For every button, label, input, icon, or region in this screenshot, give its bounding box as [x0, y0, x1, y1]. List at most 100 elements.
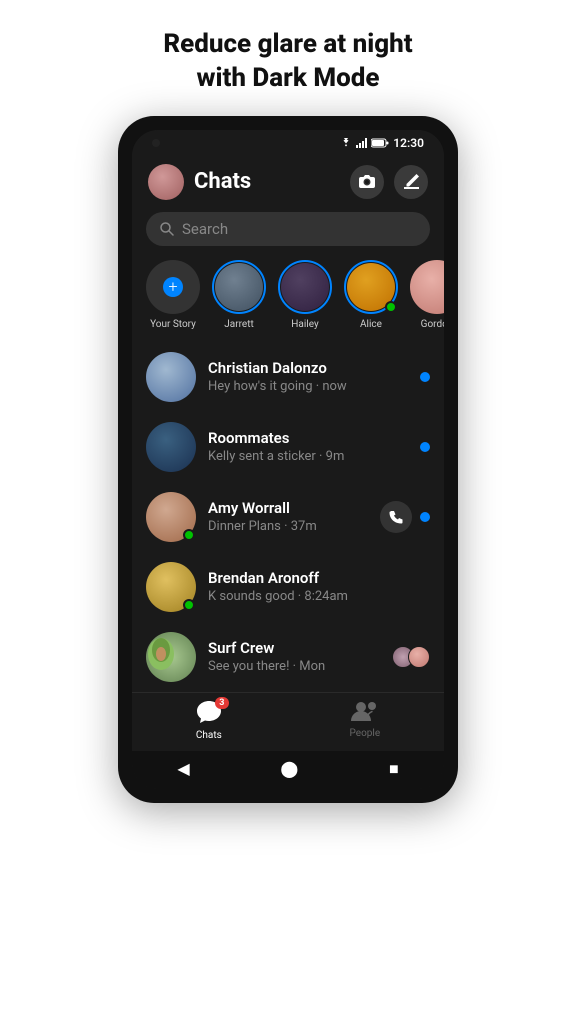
story-item-alice[interactable]: Alice — [344, 260, 398, 330]
amy-avatar-wrap — [146, 492, 196, 542]
roommates-avatar-wrap — [146, 422, 196, 472]
story-item-hailey[interactable]: Hailey — [278, 260, 332, 330]
gordon-avatar-wrap — [410, 260, 444, 314]
amy-preview: Dinner Plans · 37m — [208, 519, 368, 534]
search-icon — [160, 222, 174, 236]
nav-people[interactable]: People — [330, 699, 401, 743]
app-header: Chats — [132, 154, 444, 208]
roommates-name: Roommates — [208, 429, 408, 447]
status-bar: 12:30 — [132, 130, 444, 154]
roommates-preview: Kelly sent a sticker · 9m — [208, 449, 408, 464]
surfcrew-avatar-wrap — [146, 632, 196, 682]
chat-item-amy[interactable]: Amy Worrall Dinner Plans · 37m — [132, 482, 444, 552]
surfcrew-actions — [392, 646, 430, 668]
hailey-avatar-wrap — [278, 260, 332, 314]
add-story-icon: + — [163, 277, 183, 297]
signal-icon — [356, 138, 368, 148]
christian-avatar — [146, 352, 196, 402]
roommates-avatar — [146, 422, 196, 472]
hailey-avatar — [278, 260, 332, 314]
chat-item-roommates[interactable]: Roommates Kelly sent a sticker · 9m — [132, 412, 444, 482]
your-story-avatar: + — [146, 260, 200, 314]
surfcrew-avatar — [146, 632, 196, 682]
chat-item-surfcrew[interactable]: Surf Crew See you there! · Mon — [132, 622, 444, 692]
search-bar[interactable]: Search — [146, 212, 430, 246]
story-item-jarrett[interactable]: Jarrett — [212, 260, 266, 330]
chats-nav-label: Chats — [196, 730, 222, 741]
roommates-actions — [420, 442, 430, 452]
surfcrew-icon — [146, 632, 176, 672]
amy-online-dot — [183, 529, 195, 541]
camera-icon — [359, 175, 375, 189]
amy-info: Amy Worrall Dinner Plans · 37m — [208, 499, 368, 534]
gordon-avatar — [410, 260, 444, 314]
chat-list: Christian Dalonzo Hey how's it going · n… — [132, 342, 444, 692]
christian-unread-dot — [420, 372, 430, 382]
brendan-info: Brendan Aronoff K sounds good · 8:24am — [208, 569, 418, 604]
chat-item-christian[interactable]: Christian Dalonzo Hey how's it going · n… — [132, 342, 444, 412]
status-icons — [339, 138, 389, 148]
header-actions — [350, 165, 428, 199]
group-mini-2 — [408, 646, 430, 668]
app-content: Chats — [132, 154, 444, 751]
compose-button[interactable] — [394, 165, 428, 199]
people-nav-icon — [351, 701, 379, 721]
phone-icon — [389, 510, 403, 524]
alice-online-dot — [385, 301, 397, 313]
amy-unread-dot — [420, 512, 430, 522]
christian-avatar-wrap — [146, 352, 196, 402]
nav-chats[interactable]: 3 Chats — [176, 699, 242, 743]
search-placeholder: Search — [182, 220, 228, 238]
camera-button[interactable] — [350, 165, 384, 199]
christian-actions — [420, 372, 430, 382]
amy-actions — [380, 501, 430, 533]
jarrett-avatar — [212, 260, 266, 314]
story-item-your-story[interactable]: + Your Story — [146, 260, 200, 330]
recents-button[interactable]: ■ — [389, 759, 399, 779]
nav-people-icon-wrap — [351, 701, 379, 725]
bottom-nav: 3 Chats People — [132, 692, 444, 751]
chats-badge: 3 — [215, 697, 229, 709]
compose-icon — [404, 174, 419, 189]
amy-call-button[interactable] — [380, 501, 412, 533]
phone-screen: 12:30 Chats — [132, 130, 444, 789]
front-camera — [152, 139, 160, 147]
christian-name: Christian Dalonzo — [208, 359, 408, 377]
app-title: Chats — [194, 169, 251, 194]
surfcrew-info: Surf Crew See you there! · Mon — [208, 639, 380, 674]
status-right: 12:30 — [339, 136, 424, 150]
android-nav: ◀ ⬤ ■ — [132, 751, 444, 789]
stories-row: + Your Story Jarrett — [132, 256, 444, 342]
headline-line1: Reduce glare at night — [163, 29, 412, 59]
christian-info: Christian Dalonzo Hey how's it going · n… — [208, 359, 408, 394]
back-button[interactable]: ◀ — [177, 759, 189, 778]
status-time: 12:30 — [393, 136, 424, 150]
brendan-online-dot — [183, 599, 195, 611]
home-button[interactable]: ⬤ — [280, 759, 298, 778]
surfcrew-preview: See you there! · Mon — [208, 659, 380, 674]
header-left: Chats — [148, 164, 251, 200]
jarrett-label: Jarrett — [224, 319, 254, 330]
alice-avatar-wrap — [344, 260, 398, 314]
alice-label: Alice — [360, 319, 382, 330]
brendan-preview: K sounds good · 8:24am — [208, 589, 418, 604]
amy-name: Amy Worrall — [208, 499, 368, 517]
hailey-label: Hailey — [291, 319, 318, 330]
surfcrew-group-avatars — [392, 646, 430, 668]
roommates-unread-dot — [420, 442, 430, 452]
christian-preview: Hey how's it going · now — [208, 379, 408, 394]
wifi-icon — [339, 138, 353, 148]
phone-shell: 12:30 Chats — [118, 116, 458, 803]
user-avatar[interactable] — [148, 164, 184, 200]
brendan-name: Brendan Aronoff — [208, 569, 418, 587]
gordon-label: Gordon — [421, 319, 444, 330]
your-story-label: Your Story — [150, 319, 196, 330]
story-item-gordon[interactable]: Gordon — [410, 260, 444, 330]
roommates-info: Roommates Kelly sent a sticker · 9m — [208, 429, 408, 464]
headline: Reduce glare at night with Dark Mode — [123, 0, 452, 116]
nav-chats-icon-wrap: 3 — [197, 701, 221, 727]
chat-item-brendan[interactable]: Brendan Aronoff K sounds good · 8:24am — [132, 552, 444, 622]
surfcrew-name: Surf Crew — [208, 639, 380, 657]
battery-icon — [371, 138, 389, 148]
brendan-avatar-wrap — [146, 562, 196, 612]
